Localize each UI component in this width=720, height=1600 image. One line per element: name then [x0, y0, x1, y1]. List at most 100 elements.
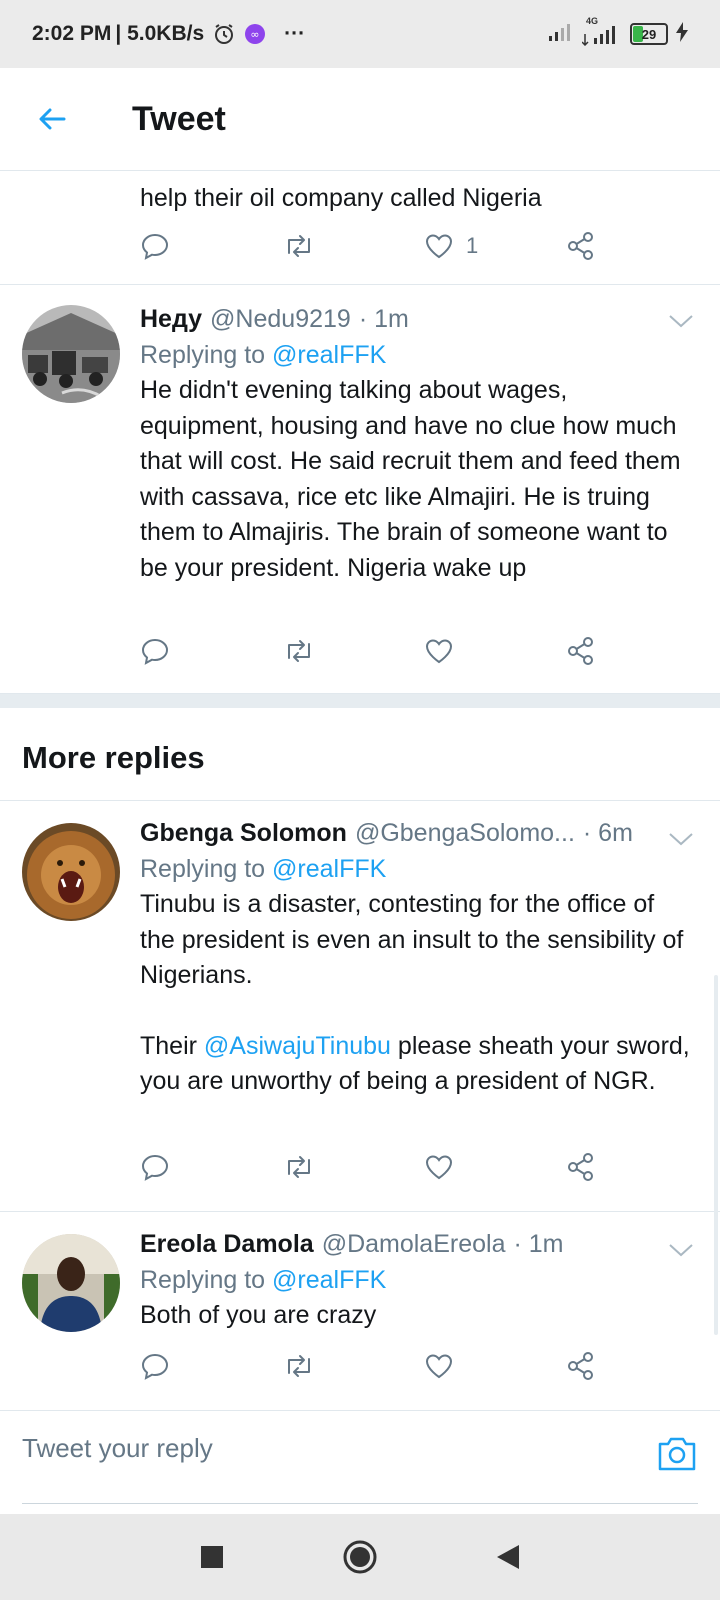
share-button[interactable] — [566, 231, 708, 261]
mention-link[interactable]: @AsiwajuTinubu — [204, 1032, 391, 1060]
share-button[interactable] — [566, 636, 708, 666]
retweet-button[interactable] — [282, 1152, 424, 1182]
tweet-text-paragraph: Their @AsiwajuTinubu please sheath your … — [140, 1031, 690, 1096]
heart-icon — [425, 1354, 453, 1379]
avatar[interactable] — [22, 823, 120, 921]
tweet-text: help their oil company called Nigeria — [140, 184, 542, 212]
reply-icon — [141, 233, 169, 260]
network-speed: | 5.0KB/s — [115, 22, 205, 45]
replying-to: Replying to @realFFK — [140, 1266, 387, 1294]
battery-icon: 29 — [630, 23, 668, 45]
back-button[interactable] — [22, 89, 82, 149]
more-notifications: ··· — [284, 22, 306, 45]
like-count: 1 — [466, 233, 479, 258]
section-divider — [0, 694, 720, 708]
reply-icon — [141, 1154, 169, 1181]
heart-icon — [425, 639, 453, 664]
tweet-actions — [140, 631, 708, 671]
heart-icon — [425, 1155, 453, 1180]
back-nav-button[interactable] — [478, 1527, 538, 1587]
share-button[interactable] — [566, 1351, 708, 1381]
share-button[interactable] — [566, 1152, 708, 1182]
replying-to: Replying to @realFFK — [140, 341, 387, 369]
camera-button[interactable] — [656, 1433, 698, 1475]
like-button[interactable] — [424, 636, 566, 666]
tweet-actions — [140, 1346, 708, 1386]
mention-link[interactable]: @realFFK — [272, 855, 386, 883]
reply-button[interactable] — [140, 231, 282, 261]
share-icon — [568, 1352, 593, 1380]
reply-icon — [141, 1353, 169, 1380]
reply-input[interactable]: Tweet your reply — [22, 1433, 213, 1464]
tweet-time: · 1m — [513, 1230, 564, 1258]
signal-icon — [548, 22, 574, 47]
tweet-header: Gbenga Solomon @GbengaSolomo... · 6m — [140, 815, 654, 851]
section-title: More replies — [22, 740, 205, 775]
reply-icon — [141, 638, 169, 665]
tweet-text: Both of you are crazy — [140, 1301, 377, 1329]
author-name[interactable]: Ereola Damola — [140, 1226, 314, 1262]
author-handle[interactable]: @DamolaEreola — [322, 1226, 506, 1262]
heart-icon — [425, 234, 453, 259]
reply-button[interactable] — [140, 1351, 282, 1381]
tweet-time: · 6m — [582, 819, 633, 847]
tweet-thread[interactable]: help their oil company called Nigeria 1 — [0, 170, 720, 1514]
scrollbar[interactable] — [714, 975, 718, 1335]
reply-button[interactable] — [140, 636, 282, 666]
svg-text:∞: ∞ — [251, 28, 260, 41]
tweet-actions: 1 — [140, 226, 708, 266]
retweet-icon — [288, 235, 310, 257]
tweet-header: Ereola Damola @DamolaEreola · 1m — [140, 1226, 690, 1262]
charging-icon — [676, 21, 688, 47]
like-button[interactable] — [424, 1152, 566, 1182]
tweet-text: He didn't evening talking about wages, e… — [140, 376, 681, 582]
retweet-button[interactable] — [282, 231, 424, 261]
tweet-menu-button[interactable] — [666, 829, 696, 849]
tweet-item[interactable]: Gbenga Solomon @GbengaSolomo... · 6m Rep… — [0, 801, 720, 1212]
avatar[interactable] — [22, 305, 120, 403]
replying-to: Replying to @realFFK — [140, 855, 387, 883]
author-handle[interactable]: @GbengaSolomo... — [355, 815, 575, 851]
tweet-actions — [140, 1147, 708, 1187]
avatar[interactable] — [22, 1234, 120, 1332]
status-bar: 2:02 PM | 5.0KB/s ∞ ··· 4G 29 — [0, 0, 720, 68]
retweet-icon — [288, 640, 310, 662]
tweet-header: Неду @Nedu9219 · 1m — [140, 301, 690, 337]
tweet-body: Неду @Nedu9219 · 1m Replying to @realFFK… — [140, 301, 690, 586]
reply-composer: Tweet your reply — [0, 1410, 720, 1515]
signal-4g-icon: 4G — [582, 16, 622, 46]
chevron-down-icon — [669, 833, 693, 846]
retweet-icon — [288, 1355, 310, 1377]
partial-tweet[interactable]: help their oil company called Nigeria 1 — [0, 170, 720, 285]
alarm-icon — [212, 22, 236, 46]
author-name[interactable]: Неду — [140, 301, 202, 337]
mention-link[interactable]: @realFFK — [272, 341, 386, 369]
more-replies-header: More replies — [0, 708, 720, 801]
status-time: 2:02 PM — [32, 22, 112, 45]
mention-link[interactable]: @realFFK — [272, 1266, 386, 1294]
share-icon — [568, 1153, 593, 1181]
recents-square-icon — [201, 1546, 223, 1568]
retweet-button[interactable] — [282, 1351, 424, 1381]
like-button[interactable] — [424, 1351, 566, 1381]
like-button[interactable]: 1 — [424, 231, 566, 261]
recents-button[interactable] — [182, 1527, 242, 1587]
tweet-text: Tinubu is a disaster, contesting for the… — [140, 890, 684, 989]
page-title: Tweet — [132, 99, 226, 138]
arrow-left-icon — [39, 108, 66, 130]
tweet-body: Ereola Damola @DamolaEreola · 1m Replyin… — [140, 1226, 690, 1334]
tweet-body: Gbenga Solomon @GbengaSolomo... · 6m — [140, 815, 654, 851]
home-button[interactable] — [330, 1527, 390, 1587]
input-underline — [22, 1503, 698, 1504]
tweet-item[interactable]: Неду @Nedu9219 · 1m Replying to @realFFK… — [0, 285, 720, 694]
retweet-button[interactable] — [282, 636, 424, 666]
system-nav-bar — [0, 1514, 720, 1600]
app-bar: Tweet — [0, 68, 720, 171]
author-handle[interactable]: @Nedu9219 — [210, 301, 351, 337]
share-icon — [568, 232, 593, 260]
author-name[interactable]: Gbenga Solomon — [140, 815, 347, 851]
tweet-item[interactable]: Ereola Damola @DamolaEreola · 1m Replyin… — [0, 1212, 720, 1410]
reply-button[interactable] — [140, 1152, 282, 1182]
tweet-content: Replying to @realFFK Tinubu is a disaste… — [140, 851, 690, 1100]
tweet-time: · 1m — [358, 305, 409, 333]
